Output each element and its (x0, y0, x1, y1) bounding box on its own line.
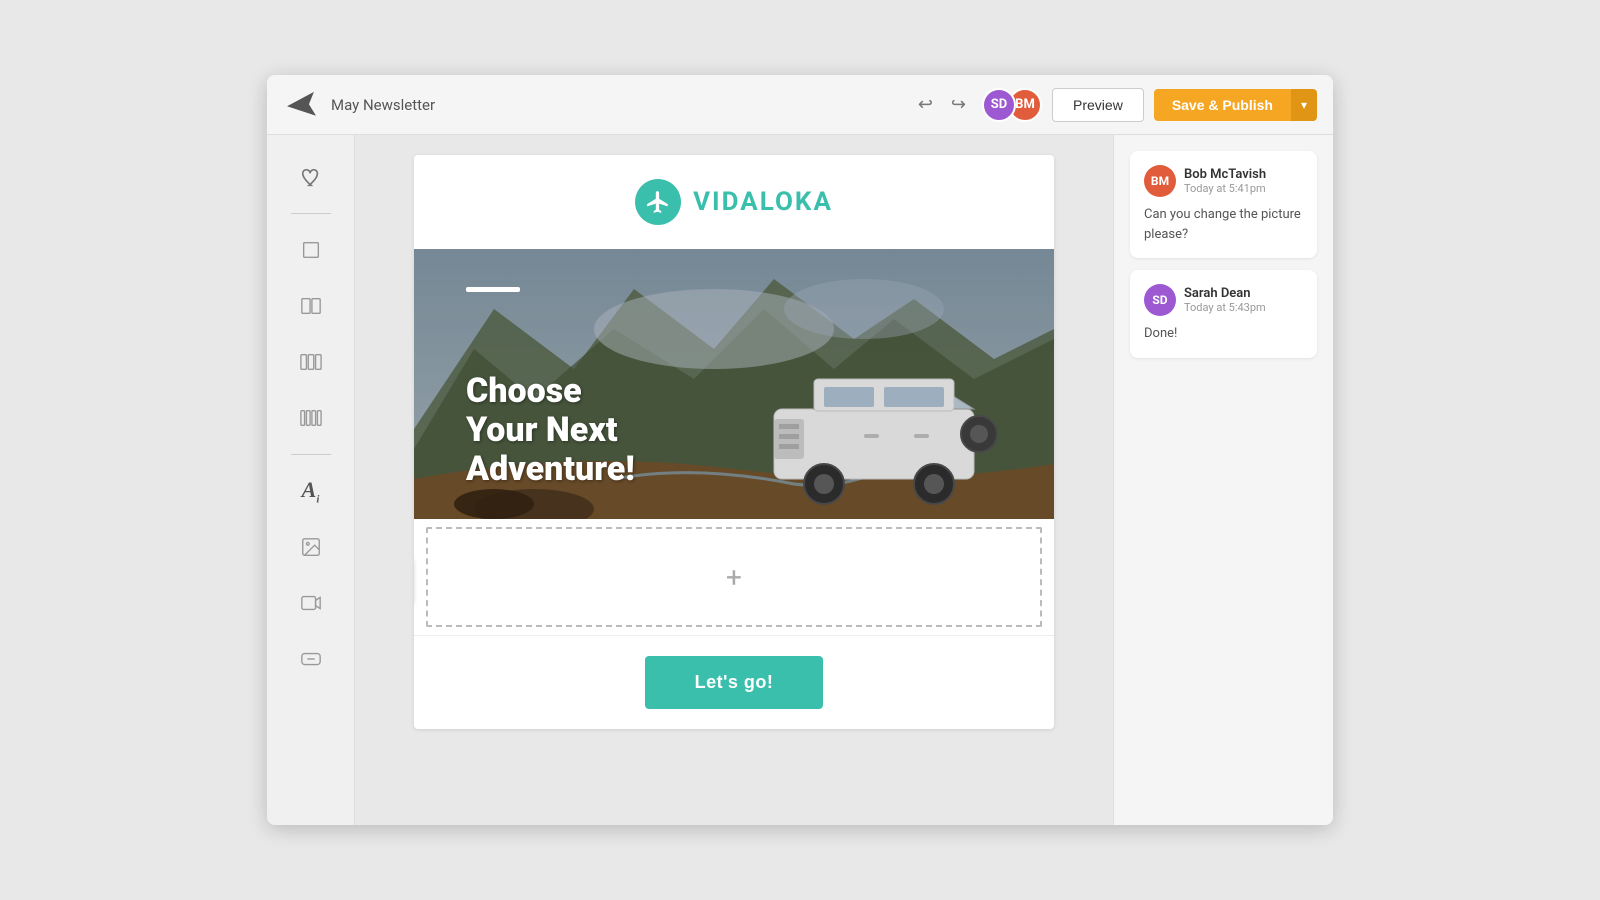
email-canvas: VIDALOKA (414, 155, 1054, 729)
save-publish-group: Save & Publish ▾ (1154, 89, 1317, 121)
cta-button[interactable]: Let's go! (645, 656, 824, 709)
comment-author-bm: Bob McTavish (1184, 167, 1266, 182)
comment-header-bm: BM Bob McTavish Today at 5:41pm (1144, 165, 1303, 197)
sidebar-item-layout-single[interactable] (281, 224, 341, 276)
canvas-area[interactable]: VIDALOKA (355, 135, 1113, 825)
hero-accent-bar (466, 287, 520, 292)
layout-split-icon (300, 295, 322, 317)
sidebar-divider-2 (291, 454, 331, 455)
collaborators-avatars: SD BM (982, 88, 1042, 122)
avatar-sd: SD (982, 88, 1016, 122)
heart-icon (300, 166, 322, 188)
video-icon (300, 592, 322, 614)
comment-author-sd: Sarah Dean (1184, 286, 1266, 301)
drop-zone-row: Ai + (414, 527, 1054, 636)
sidebar: Ai (267, 135, 355, 825)
header-controls: ↩ ↪ SD BM Preview Save & Publish ▾ (912, 88, 1317, 122)
header: May Newsletter ↩ ↪ SD BM Preview Save & … (267, 75, 1333, 135)
comment-meta-bm: Bob McTavish Today at 5:41pm (1184, 167, 1266, 195)
undo-button[interactable]: ↩ (912, 90, 939, 119)
comment-text-sd: Done! (1144, 324, 1303, 344)
comment-header-sd: SD Sarah Dean Today at 5:43pm (1144, 284, 1303, 316)
save-publish-dropdown-button[interactable]: ▾ (1291, 89, 1317, 121)
image-icon (300, 536, 322, 558)
app-window: May Newsletter ↩ ↪ SD BM Preview Save & … (267, 75, 1333, 825)
sidebar-item-image[interactable] (281, 521, 341, 573)
sidebar-item-layout-4col[interactable] (281, 392, 341, 444)
comments-panel: BM Bob McTavish Today at 5:41pm Can you … (1113, 135, 1333, 825)
logo-icon (283, 87, 319, 123)
main-area: Ai (267, 135, 1333, 825)
text-ai-icon: Ai (302, 477, 320, 505)
sidebar-divider-1 (291, 213, 331, 214)
comment-item-sd: SD Sarah Dean Today at 5:43pm Done! (1130, 270, 1317, 358)
comment-avatar-sd: SD (1144, 284, 1176, 316)
layout-single-icon (300, 239, 322, 261)
brand-name: VIDALOKA (693, 187, 833, 217)
sidebar-item-video[interactable] (281, 577, 341, 629)
preview-button[interactable]: Preview (1052, 88, 1144, 122)
comment-time-bm: Today at 5:41pm (1184, 182, 1266, 195)
cta-section: Let's go! (414, 636, 1054, 729)
sidebar-item-text[interactable]: Ai (281, 465, 341, 517)
drop-zone-plus-icon: + (726, 561, 742, 594)
sidebar-item-layout-split[interactable] (281, 280, 341, 332)
hero-image-section[interactable]: Choose Your Next Adventure! (414, 249, 1054, 519)
comment-avatar-bm: BM (1144, 165, 1176, 197)
comment-meta-sd: Sarah Dean Today at 5:43pm (1184, 286, 1266, 314)
layout-3col-icon (300, 351, 322, 373)
app-logo (283, 87, 319, 123)
sidebar-item-favorites[interactable] (281, 151, 341, 203)
button-icon (300, 648, 322, 670)
comment-item-bm: BM Bob McTavish Today at 5:41pm Can you … (1130, 151, 1317, 258)
drop-zone[interactable]: + (426, 527, 1042, 627)
save-publish-button[interactable]: Save & Publish (1154, 89, 1291, 121)
document-title: May Newsletter (331, 96, 900, 114)
hero-text-block: Choose Your Next Adventure! (466, 372, 635, 489)
redo-button[interactable]: ↪ (945, 90, 972, 119)
airplane-icon (645, 189, 671, 215)
sidebar-item-button[interactable] (281, 633, 341, 685)
layout-4col-icon (300, 407, 322, 429)
hero-heading: Choose Your Next Adventure! (466, 372, 635, 489)
email-logo-section: VIDALOKA (414, 155, 1054, 249)
comment-text-bm: Can you change the picture please? (1144, 205, 1303, 244)
undo-redo-group: ↩ ↪ (912, 90, 972, 119)
comment-time-sd: Today at 5:43pm (1184, 301, 1266, 314)
brand-logo-circle (635, 179, 681, 225)
sidebar-item-layout-3col[interactable] (281, 336, 341, 388)
